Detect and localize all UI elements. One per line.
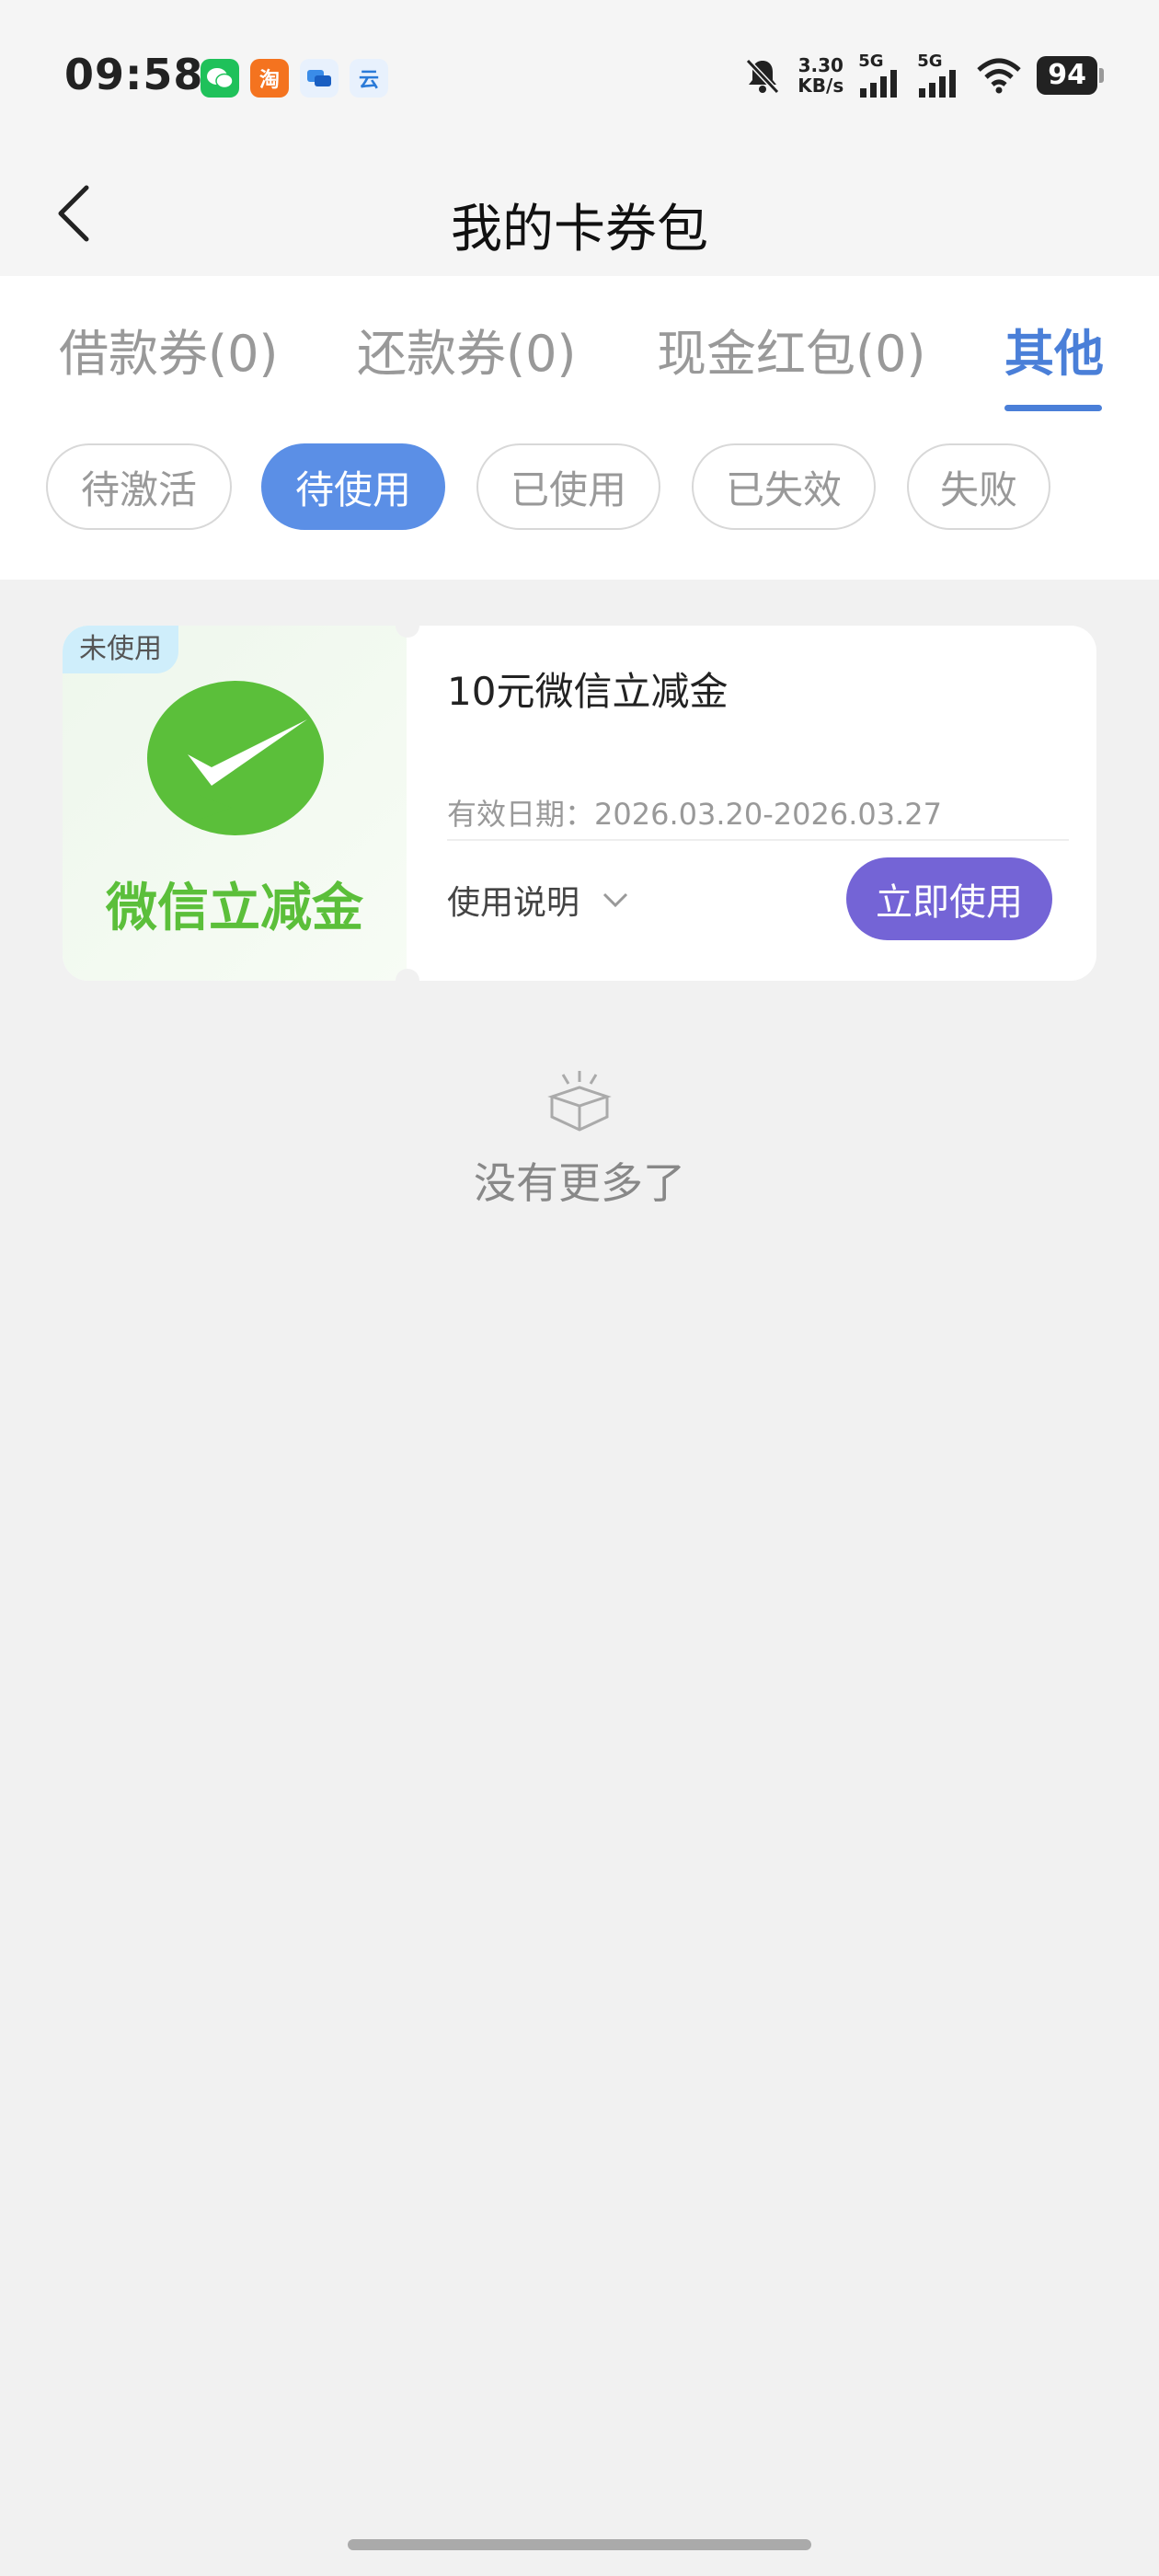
battery-level: 94 [1037,56,1097,95]
filter-pending-activation[interactable]: 待激活 [46,443,232,530]
status-time: 09:58 [64,50,204,99]
signal-bars-icon [860,70,898,98]
tab-loan-coupon[interactable]: 借款券(0) [59,313,279,405]
coupon-image: 微信立减金 未使用 [63,626,407,981]
coupon-valid-date: 有效日期：2026.03.20-2026.03.27 [447,797,942,832]
wifi-icon [977,58,1021,94]
signal-5g-2-label: 5G [917,52,943,71]
network-speed: 3.30 KB/s [798,55,843,96]
signal-bars-icon [919,70,957,98]
cloud-app-icon: 云 [350,59,388,98]
notification-app-icons: 淘 云 [201,59,388,98]
signal-5g-1-label: 5G [858,52,884,71]
usage-instructions-toggle[interactable]: 使用说明 [447,876,629,924]
wechat-icon [201,59,239,98]
coupon-divider [447,839,1069,841]
filter-pending-use[interactable]: 待使用 [261,443,445,530]
nav-bar: 我的卡券包 [0,156,1159,276]
status-right-group: 3.30 KB/s 5G 5G 94 [742,53,1104,98]
filter-used[interactable]: 已使用 [476,443,660,530]
coupon-name: 10元微信立减金 [447,669,729,714]
network-speed-value: 3.30 [798,54,843,76]
no-more-text: 没有更多了 [474,1158,685,1208]
signal-5g-2: 5G [917,53,961,98]
battery-cap [1099,68,1104,83]
filter-expired[interactable]: 已失效 [692,443,876,530]
coupon-brand-text: 微信立减金 [106,879,363,938]
filter-failed[interactable]: 失败 [907,443,1050,530]
coupon-status-tag: 未使用 [63,626,178,673]
use-now-button[interactable]: 立即使用 [846,857,1052,940]
coupon-card[interactable]: 微信立减金 未使用 10元微信立减金 有效日期：2026.03.20-2026.… [63,626,1096,981]
chevron-down-icon [602,892,628,908]
message-icon [300,59,339,98]
wechat-pay-logo-icon [147,681,324,835]
status-bar: 09:58 淘 云 3.30 KB/s 5G 5G 94 [0,0,1159,156]
home-indicator[interactable] [348,2539,811,2550]
mute-bell-icon [746,58,780,95]
signal-5g-1: 5G [858,53,902,98]
tabs-panel: 借款券(0) 还款券(0) 现金红包(0) 其他 待激活 待使用 已使用 已失效… [0,276,1159,580]
tab-repay-coupon[interactable]: 还款券(0) [357,313,577,405]
tab-other[interactable]: 其他 [1004,313,1104,405]
page-title: 我的卡券包 [451,200,708,259]
tab-cash-red-packet[interactable]: 现金红包(0) [657,313,926,405]
active-tab-indicator [1004,405,1102,411]
coupon-notch-bottom [396,969,419,981]
empty-box-icon [547,1071,612,1132]
network-speed-unit: KB/s [798,75,844,97]
taobao-icon: 淘 [250,59,289,98]
usage-instructions-label: 使用说明 [447,884,580,922]
